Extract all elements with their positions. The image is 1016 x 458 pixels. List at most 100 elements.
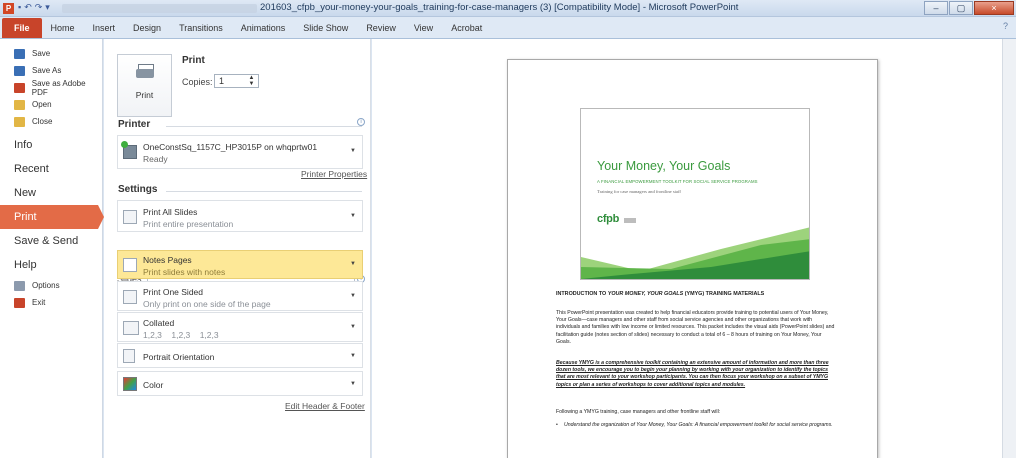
nav-options[interactable]: Options: [0, 277, 102, 294]
help-icon[interactable]: ?: [1003, 21, 1008, 31]
qat-customize-icon[interactable]: ▾: [45, 2, 50, 13]
one-sided-icon: [123, 290, 137, 304]
nav-close[interactable]: Close: [0, 113, 102, 130]
nav-close-label: Close: [32, 117, 53, 126]
options-icon: [14, 280, 25, 291]
sides-sub: Only print on one side of the page: [143, 299, 271, 309]
orientation-chevron-icon: ▼: [350, 353, 356, 359]
redacted-title-region: [62, 4, 257, 13]
bullet-dot-icon: •: [556, 422, 558, 428]
tab-insert[interactable]: Insert: [84, 18, 125, 38]
backstage-nav: Save Save As Save as Adobe PDF Open Clos…: [0, 39, 104, 458]
preview-page: Your Money, Your Goals A FINANCIAL EMPOW…: [507, 59, 878, 458]
printer-info-icon[interactable]: i: [357, 118, 365, 126]
nav-info[interactable]: Info: [0, 133, 102, 157]
slide-subtitle: A FINANCIAL EMPOWERMENT TOOLKIT FOR SOCI…: [597, 179, 758, 184]
tab-transitions[interactable]: Transitions: [170, 18, 232, 38]
slides-icon: [123, 210, 137, 224]
tab-file[interactable]: File: [2, 18, 42, 38]
layout-title: Notes Pages: [143, 255, 192, 265]
notes-heading: INTRODUCTION TO YOUR MONEY, YOUR GOALS (…: [556, 291, 765, 297]
tab-home[interactable]: Home: [42, 18, 84, 38]
maximize-button[interactable]: ▢: [949, 1, 973, 15]
open-folder-icon: [14, 99, 25, 110]
tab-acrobat[interactable]: Acrobat: [442, 18, 491, 38]
copies-spinner-icon[interactable]: ▲ ▼: [245, 75, 258, 87]
qat-redo-icon[interactable]: ↷: [35, 2, 43, 13]
nav-save-as[interactable]: Save As: [0, 62, 102, 79]
notes-paragraph-3: Following a YMYG training, case managers…: [556, 409, 721, 415]
settings-divider: [166, 191, 362, 192]
print-preview: Your Money, Your Goals A FINANCIAL EMPOW…: [372, 39, 1002, 458]
slide-title: Your Money, Your Goals: [597, 159, 731, 173]
sides-title: Print One Sided: [143, 287, 204, 297]
notes-bullet-1: • Understand the organization of Your Mo…: [556, 422, 836, 429]
save-icon: [14, 48, 25, 59]
tab-view[interactable]: View: [405, 18, 442, 38]
close-folder-icon: [14, 116, 25, 127]
nav-open[interactable]: Open: [0, 96, 102, 113]
print-range-title: Print All Slides: [143, 207, 198, 217]
printer-properties-link[interactable]: Printer Properties: [301, 169, 367, 179]
color-dropdown[interactable]: Color ▼: [117, 371, 363, 396]
print-range-dropdown[interactable]: Print All Slides Print entire presentati…: [117, 200, 363, 232]
qat-save-icon[interactable]: ▪: [18, 2, 21, 13]
nav-save-label: Save: [32, 49, 51, 58]
print-settings-panel: Print Print Copies: 1 ▲ ▼ Printer i OneCo…: [104, 39, 371, 458]
powerpoint-app-icon[interactable]: P: [3, 3, 14, 14]
printer-dropdown[interactable]: OneConstSq_1157C_HP3015P on whqprtw01 Re…: [117, 135, 363, 169]
quick-access-toolbar: ▪ ↶ ↷ ▾: [18, 2, 50, 13]
print-range-chevron-icon: ▼: [350, 213, 356, 219]
minimize-button[interactable]: –: [924, 1, 948, 15]
nav-save-and-send[interactable]: Save & Send: [0, 229, 102, 253]
printer-dropdown-chevron-icon: ▼: [350, 148, 356, 154]
tab-slide-show[interactable]: Slide Show: [294, 18, 357, 38]
layout-chevron-icon: ▼: [350, 261, 356, 267]
tab-review[interactable]: Review: [357, 18, 405, 38]
layout-dropdown[interactable]: Notes Pages Print slides with notes ▼: [117, 250, 363, 279]
copies-label: Copies:: [182, 77, 213, 87]
window-title: 201603_cfpb_your-money-your-goals_traini…: [260, 2, 739, 13]
print-button[interactable]: Print: [117, 54, 172, 117]
tab-design[interactable]: Design: [124, 18, 170, 38]
qat-undo-icon[interactable]: ↶: [24, 2, 32, 13]
nav-open-label: Open: [32, 100, 52, 109]
sides-dropdown[interactable]: Print One Sided Only print on one side o…: [117, 281, 363, 311]
nav-save-as-pdf[interactable]: Save as Adobe PDF: [0, 79, 102, 97]
print-heading: Print: [182, 55, 205, 66]
printer-ready-icon: [121, 141, 128, 148]
window-controls: – ▢ ×: [924, 1, 1014, 15]
title-bar: P ▪ ↶ ↷ ▾ 201603_cfpb_your-money-your-go…: [0, 0, 1016, 17]
slide-thumbnail: Your Money, Your Goals A FINANCIAL EMPOW…: [580, 108, 810, 280]
collation-dropdown[interactable]: Collated 1,2,3 1,2,3 1,2,3 ▼: [117, 312, 363, 342]
ribbon-tabs: File Home Insert Design Transitions Anim…: [0, 17, 1016, 39]
notes-bullet-1-text: Understand the organization of Your Mone…: [564, 422, 833, 428]
color-title: Color: [143, 380, 164, 390]
nav-new[interactable]: New: [0, 181, 102, 205]
nav-print[interactable]: Print: [0, 205, 104, 229]
nav-exit[interactable]: Exit: [0, 294, 102, 311]
collated-icon: [123, 321, 139, 335]
print-range-sub: Print entire presentation: [143, 219, 234, 229]
printer-status: Ready: [143, 154, 168, 164]
edit-header-footer-link[interactable]: Edit Header & Footer: [285, 401, 365, 411]
nav-help[interactable]: Help: [0, 253, 102, 277]
print-button-label: Print: [135, 90, 154, 100]
color-icon: [123, 377, 137, 391]
settings-heading: Settings: [118, 184, 158, 195]
printer-icon: [135, 64, 154, 80]
printer-heading: Printer: [118, 119, 151, 130]
notes-paragraph-2: Because YMYG is a comprehensive toolkit …: [556, 360, 829, 388]
collation-title: Collated: [143, 318, 175, 328]
tab-animations[interactable]: Animations: [232, 18, 295, 38]
preview-scrollbar[interactable]: [1002, 39, 1016, 458]
layout-sub: Print slides with notes: [143, 267, 226, 277]
close-window-button[interactable]: ×: [974, 1, 1014, 15]
orientation-dropdown[interactable]: Portrait Orientation ▼: [117, 343, 363, 368]
nav-save[interactable]: Save: [0, 45, 102, 62]
sides-chevron-icon: ▼: [350, 293, 356, 299]
nav-recent[interactable]: Recent: [0, 157, 102, 181]
pdf-icon: [14, 82, 25, 93]
slide-green-waves: [581, 227, 809, 279]
collation-chevron-icon: ▼: [350, 324, 356, 330]
